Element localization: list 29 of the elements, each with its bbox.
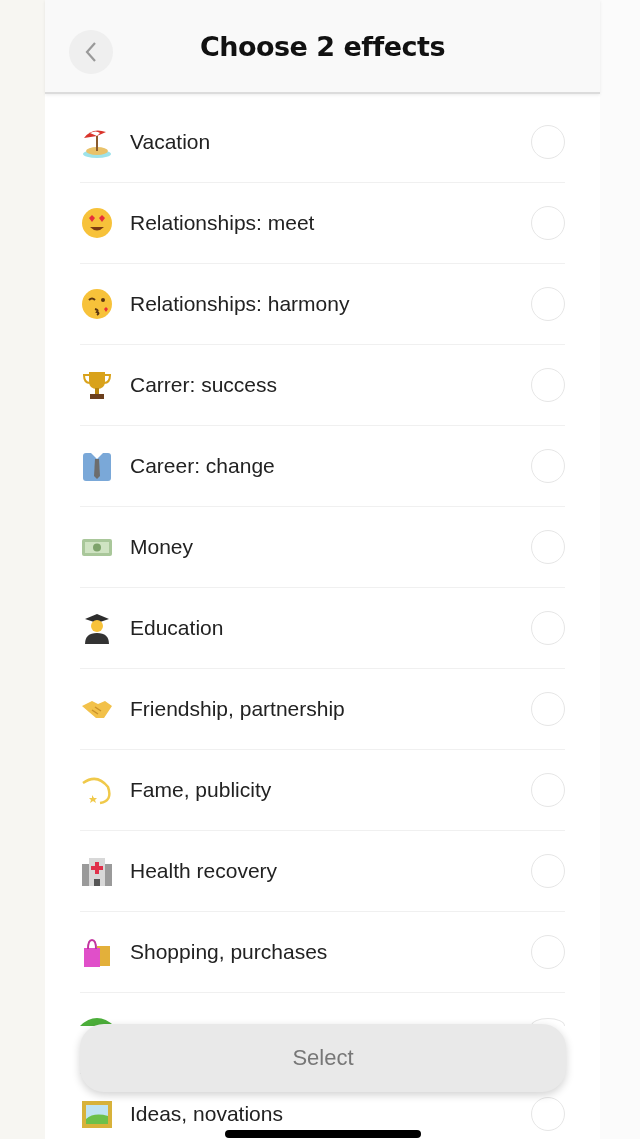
radio-button[interactable] [531,125,565,159]
radio-button[interactable] [531,935,565,969]
back-button[interactable] [69,30,113,74]
effect-label: Fame, publicity [130,778,272,802]
effect-label: Vacation [130,130,211,154]
radio-button[interactable] [531,692,565,726]
radio-button[interactable] [531,206,565,240]
radio-button[interactable] [531,287,565,321]
radio-button[interactable] [531,449,565,483]
effect-label: Relationships: meet [130,211,315,235]
effect-label: Health recovery [130,859,278,883]
effect-label: Ideas, novations [130,1102,283,1126]
effect-label: Career: change [130,454,275,478]
effect-label: Education [130,616,224,640]
effect-label: Carrer: success [130,373,278,397]
effect-label: Friendship, partnership [130,697,345,721]
effect-label: Shopping, purchases [130,940,328,964]
radio-button[interactable] [531,854,565,888]
heart-eyes-face-icon [80,206,114,240]
radio-button[interactable] [531,530,565,564]
kissing-face-icon [80,287,114,321]
chevron-left-icon [84,41,98,63]
radio-button[interactable] [531,1097,565,1131]
radio-button[interactable] [531,773,565,807]
radio-button[interactable] [531,611,565,645]
effect-label: Relationships: harmony [130,292,350,316]
radio-button[interactable] [531,368,565,402]
screen-title: Choose 2 effects [199,30,446,62]
effect-label: Money [130,535,194,559]
